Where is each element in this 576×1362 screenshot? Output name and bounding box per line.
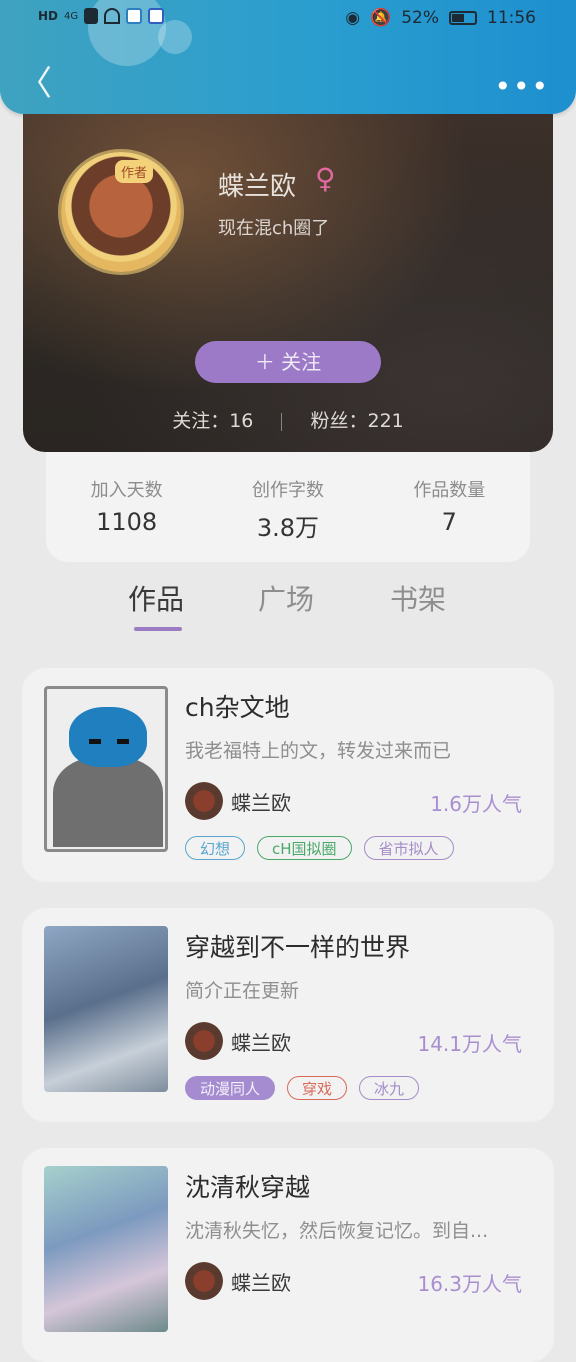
work-title[interactable]: ch杂文地 xyxy=(185,688,290,724)
stat-value: 7 xyxy=(441,508,457,536)
tag-chip[interactable]: 省市拟人 xyxy=(363,836,454,860)
cover-figure xyxy=(53,757,163,847)
work-description: 简介正在更新 xyxy=(185,980,300,1002)
cover-figure-head xyxy=(69,707,147,767)
work-cover[interactable] xyxy=(44,1166,168,1332)
tab-works[interactable]: 作品 xyxy=(128,578,184,618)
profile-header: 作者 蝶兰欧 ♀ 现在混ch圈了 ＋ 关注 关注：16 粉丝：221 xyxy=(23,114,553,452)
follow-counts: 关注：16 粉丝：221 xyxy=(23,406,553,433)
author-badge: 作者 xyxy=(115,160,154,183)
work-author[interactable]: 蝶兰欧 xyxy=(185,1262,291,1300)
status-4g-label: 4G xyxy=(64,10,79,22)
work-tags: 幻想 cH国拟圈 省市拟人 xyxy=(185,836,454,860)
author-name: 蝶兰欧 xyxy=(231,1270,291,1295)
tag-chip[interactable]: 穿戏 xyxy=(287,1076,348,1100)
fans-count[interactable]: 粉丝：221 xyxy=(311,410,404,432)
work-description: 我老福特上的文，转发过来而已 xyxy=(185,740,452,762)
work-title[interactable]: 沈清秋穿越 xyxy=(185,1168,310,1204)
cover-figure-eye xyxy=(89,739,101,744)
stat-days: 加入天数 1108 xyxy=(57,452,197,562)
author-name: 蝶兰欧 xyxy=(231,790,291,815)
back-button[interactable]: 〈 xyxy=(18,64,52,104)
work-author[interactable]: 蝶兰欧 xyxy=(185,782,291,820)
stat-label: 加入天数 xyxy=(90,480,163,501)
work-card[interactable]: 穿越到不一样的世界 简介正在更新 蝶兰欧 14.1万人气 动漫同人 穿戏 冰九 xyxy=(22,908,554,1122)
work-popularity: 16.3万人气 xyxy=(417,1272,522,1296)
work-card[interactable]: ch杂文地 我老福特上的文，转发过来而已 蝶兰欧 1.6万人气 幻想 cH国拟圈… xyxy=(22,668,554,882)
mute-bell-icon: 🔕 xyxy=(370,8,392,28)
tag-chip[interactable]: 冰九 xyxy=(359,1076,420,1100)
stat-label: 作品数量 xyxy=(413,480,486,501)
female-icon: ♀ xyxy=(315,162,336,195)
battery-percent: 52% xyxy=(401,8,439,28)
shield-icon xyxy=(126,8,143,24)
status-bar: HD 4G ◉ 🔕 52% 11:56 xyxy=(0,8,576,32)
work-tags: 动漫同人 穿戏 冰九 xyxy=(185,1076,420,1100)
active-tab-indicator xyxy=(134,627,182,631)
author-stats: 加入天数 1108 创作字数 3.8万 作品数量 7 xyxy=(46,452,530,562)
work-cover[interactable] xyxy=(44,926,168,1092)
signal-icon xyxy=(84,8,99,24)
work-popularity: 14.1万人气 xyxy=(417,1032,522,1056)
count-divider xyxy=(281,412,283,431)
stat-value: 3.8万 xyxy=(256,514,320,542)
work-description: 沈清秋失忆，然后恢复记忆。到自... xyxy=(185,1220,489,1242)
baidu-icon xyxy=(148,8,165,24)
work-popularity: 1.6万人气 xyxy=(430,792,522,816)
cover-figure-eye xyxy=(117,739,129,744)
work-cover[interactable] xyxy=(44,686,168,852)
stat-value: 1108 xyxy=(96,508,158,536)
author-avatar-small xyxy=(185,782,223,820)
stat-label: 创作字数 xyxy=(251,480,324,501)
work-title[interactable]: 穿越到不一样的世界 xyxy=(185,928,410,964)
tab-square[interactable]: 广场 xyxy=(258,578,314,618)
tag-chip[interactable]: cH国拟圈 xyxy=(257,836,352,860)
tag-chip[interactable]: 幻想 xyxy=(185,836,246,860)
stat-works: 作品数量 7 xyxy=(379,452,519,562)
tag-chip[interactable]: 动漫同人 xyxy=(185,1076,276,1100)
content-tabs: 作品 广场 书架 xyxy=(0,578,576,638)
tab-bookshelf[interactable]: 书架 xyxy=(390,578,446,618)
status-hd-label: HD xyxy=(38,9,59,23)
work-author[interactable]: 蝶兰欧 xyxy=(185,1022,291,1060)
clock: 11:56 xyxy=(487,8,536,28)
author-avatar-small xyxy=(185,1022,223,1060)
battery-icon xyxy=(449,11,477,25)
follow-button[interactable]: ＋ 关注 xyxy=(195,341,381,383)
following-count[interactable]: 关注：16 xyxy=(172,410,253,432)
top-app-bar: HD 4G ◉ 🔕 52% 11:56 〈 ••• xyxy=(0,0,576,114)
stat-words: 创作字数 3.8万 xyxy=(218,452,358,562)
wifi-icon xyxy=(104,8,121,24)
work-card[interactable]: 沈清秋穿越 沈清秋失忆，然后恢复记忆。到自... 蝶兰欧 16.3万人气 xyxy=(22,1148,554,1362)
profile-bio: 现在混ch圈了 xyxy=(218,218,330,239)
author-name: 蝶兰欧 xyxy=(231,1030,291,1055)
author-avatar-small xyxy=(185,1262,223,1300)
profile-name: 蝶兰欧 xyxy=(218,172,297,202)
more-options-button[interactable]: ••• xyxy=(494,70,550,103)
eye-icon: ◉ xyxy=(345,8,361,28)
